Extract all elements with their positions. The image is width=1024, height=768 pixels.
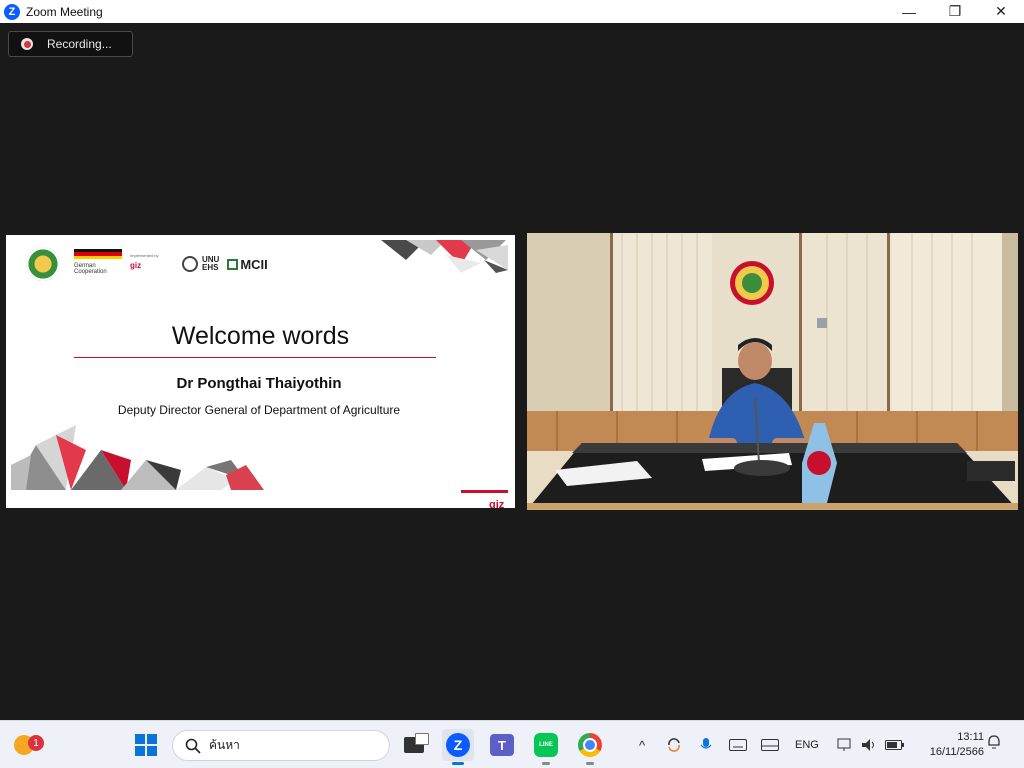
german-cooperation-text: German Cooperation bbox=[74, 263, 107, 275]
input-language[interactable]: ENG bbox=[795, 734, 819, 756]
taskbar-zoom[interactable]: Z bbox=[442, 729, 474, 765]
record-icon bbox=[21, 38, 33, 50]
window-title: Zoom Meeting bbox=[26, 4, 103, 19]
footer-giz-logo: giz bbox=[489, 499, 505, 508]
sync-icon[interactable] bbox=[664, 734, 684, 756]
volume-icon[interactable] bbox=[860, 734, 878, 756]
window-controls: — ❐ ✕ bbox=[886, 0, 1024, 23]
running-indicator bbox=[586, 762, 594, 765]
taskbar-clock[interactable]: 13:11 16/11/2566 bbox=[914, 730, 984, 760]
shared-slide: German Cooperation Implemented by giz UN… bbox=[6, 235, 515, 508]
taskbar-search[interactable]: ค้นหา bbox=[172, 730, 390, 761]
minimize-button[interactable]: — bbox=[886, 0, 932, 23]
search-icon bbox=[185, 738, 201, 754]
clock-date: 16/11/2566 bbox=[929, 746, 984, 758]
restore-button[interactable]: ❐ bbox=[932, 0, 978, 23]
recording-label: Recording... bbox=[47, 37, 112, 51]
meeting-area: Recording... German Cooperation Implemen… bbox=[0, 23, 1024, 720]
unu-ehs-text: UNU EHS bbox=[202, 255, 220, 272]
task-view-icon bbox=[404, 733, 429, 753]
windows-taskbar: 1 ค้นหา Z T LINE ^ ENG 13:11 16/11/2566 bbox=[0, 720, 1024, 768]
german-flag-icon bbox=[74, 249, 122, 259]
video-frame bbox=[527, 233, 1018, 510]
taskbar-teams[interactable]: T bbox=[486, 729, 518, 761]
unu-ehs-logo: UNU EHS bbox=[182, 256, 219, 272]
battery-icon[interactable] bbox=[884, 734, 906, 756]
running-indicator bbox=[542, 762, 550, 765]
tray-overflow-chevron[interactable]: ^ bbox=[634, 734, 650, 756]
mcii-box-icon bbox=[227, 258, 239, 270]
german-cooperation-logo: German Cooperation bbox=[74, 249, 124, 279]
line-icon: LINE bbox=[534, 733, 558, 757]
running-indicator bbox=[452, 762, 464, 765]
window-titlebar: Z Zoom Meeting — ❐ ✕ bbox=[0, 0, 1024, 23]
mcii-logo: MCII bbox=[227, 256, 268, 272]
slide-divider bbox=[74, 357, 436, 358]
sponsor-logos: German Cooperation Implemented by giz UN… bbox=[26, 247, 268, 281]
zoom-icon: Z bbox=[446, 733, 470, 757]
giz-logo: Implemented by giz bbox=[130, 253, 170, 275]
speaker-name: Dr Pongthai Thaiyothin bbox=[176, 375, 342, 392]
weather-widget[interactable]: 1 bbox=[8, 729, 44, 761]
keyboard-icon[interactable] bbox=[728, 734, 748, 756]
notification-badge: 1 bbox=[28, 735, 44, 751]
teams-icon: T bbox=[490, 734, 514, 756]
chrome-icon bbox=[578, 733, 602, 757]
network-icon[interactable] bbox=[836, 734, 854, 756]
clock-time: 13:11 bbox=[957, 731, 984, 743]
footer-red-bar bbox=[461, 490, 508, 493]
notification-bell-icon[interactable] bbox=[986, 734, 1002, 753]
recording-indicator[interactable]: Recording... bbox=[8, 31, 133, 57]
taskbar-chrome[interactable] bbox=[574, 729, 606, 765]
giz-implemented-by: Implemented by bbox=[130, 253, 159, 258]
task-view-button[interactable] bbox=[398, 729, 430, 761]
slide-title: Welcome words bbox=[171, 322, 350, 350]
giz-text: giz bbox=[130, 261, 142, 270]
start-button[interactable] bbox=[130, 729, 162, 761]
display-icon[interactable] bbox=[760, 734, 780, 756]
speaker-role: Deputy Director General of Department of… bbox=[117, 403, 401, 417]
participant-video[interactable] bbox=[527, 233, 1018, 510]
close-button[interactable]: ✕ bbox=[978, 0, 1024, 23]
zoom-app-icon: Z bbox=[4, 3, 20, 20]
taskbar-line[interactable]: LINE bbox=[530, 729, 562, 765]
search-placeholder: ค้นหา bbox=[209, 738, 240, 752]
windows-logo-icon bbox=[135, 734, 157, 756]
un-emblem-icon bbox=[182, 256, 198, 272]
department-of-agriculture-logo bbox=[26, 247, 60, 281]
mcii-text: MCII bbox=[240, 256, 268, 272]
microphone-icon[interactable] bbox=[698, 734, 714, 756]
